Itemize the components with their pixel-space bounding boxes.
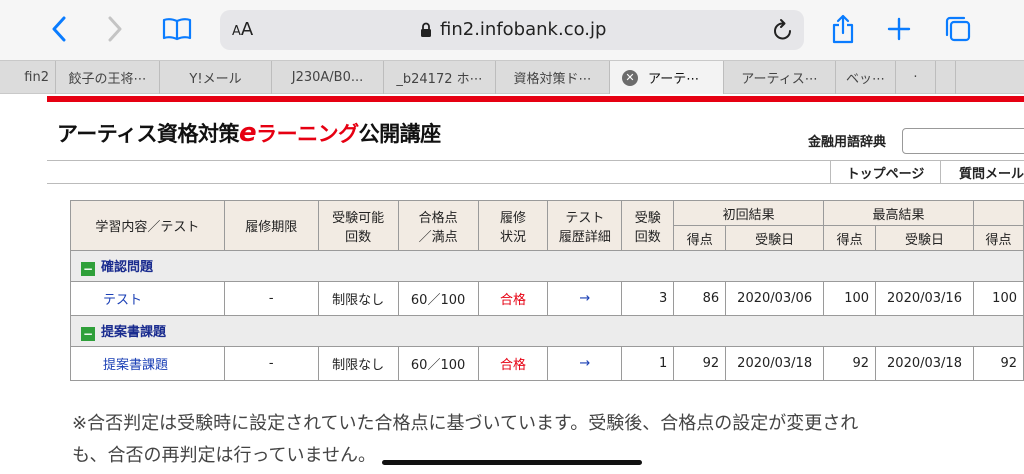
tab[interactable]: fin2 bbox=[0, 61, 56, 94]
tab[interactable]: ベッ⋯ bbox=[836, 61, 896, 94]
tabs-icon bbox=[945, 16, 971, 42]
last-score-cell: 100 bbox=[972, 281, 1024, 316]
test-link[interactable]: テスト bbox=[70, 281, 225, 316]
url-text: fin2.infobank.co.jp bbox=[440, 19, 607, 40]
browser-toolbar: AA fin2.infobank.co.jp bbox=[0, 0, 1024, 60]
col-best-result: 最高結果 bbox=[823, 200, 974, 226]
col-first-result: 初回結果 bbox=[673, 200, 825, 226]
chevron-right-icon bbox=[108, 16, 122, 42]
first-date-cell: 2020/03/18 bbox=[725, 346, 825, 381]
col-first-score: 得点 bbox=[673, 225, 727, 251]
col-subject: 学習内容／テスト bbox=[70, 200, 225, 251]
last-score-cell: 92 bbox=[972, 346, 1024, 381]
tab[interactable] bbox=[956, 61, 1024, 94]
table-row: 提案書課題 - 制限なし 60／100 合格 → 1 92 2020/03/18… bbox=[70, 346, 1024, 381]
count-cell: 3 bbox=[621, 281, 675, 316]
limit-cell: 制限なし bbox=[317, 346, 399, 381]
category-row[interactable]: − 確認問題 bbox=[70, 250, 1024, 282]
plus-icon bbox=[887, 17, 911, 41]
col-limit: 受験可能 回数 bbox=[317, 200, 399, 251]
tab[interactable]: Y!メール bbox=[160, 61, 272, 94]
book-icon bbox=[162, 18, 192, 41]
tab[interactable]: J230A/B0... bbox=[272, 61, 384, 94]
col-best-date: 受験日 bbox=[875, 225, 974, 251]
bookmarks-button[interactable] bbox=[162, 14, 192, 44]
col-first-date: 受験日 bbox=[725, 225, 825, 251]
col-status: 履修 状況 bbox=[477, 200, 549, 251]
tab-overview-button[interactable] bbox=[943, 14, 973, 44]
results-table: 学習内容／テスト 履修期限 受験可能 回数 合格点 ／満点 履修 状況 テスト 履歴詳細… bbox=[70, 200, 1024, 381]
back-button[interactable] bbox=[44, 14, 74, 44]
first-score-cell: 86 bbox=[673, 281, 727, 316]
forward-button[interactable] bbox=[100, 14, 130, 44]
tab[interactable]: アーティス⋯ bbox=[724, 61, 836, 94]
period-cell: - bbox=[223, 281, 319, 316]
test-link[interactable]: 提案書課題 bbox=[70, 346, 225, 381]
first-score-cell: 92 bbox=[673, 346, 727, 381]
new-tab-button[interactable] bbox=[884, 14, 914, 44]
chevron-left-icon bbox=[52, 16, 66, 42]
col-best-score: 得点 bbox=[823, 225, 877, 251]
top-page-link[interactable]: トップページ bbox=[830, 161, 940, 183]
collapse-icon[interactable]: − bbox=[81, 327, 95, 341]
period-cell: - bbox=[223, 346, 319, 381]
tab[interactable]: 餃子の王将⋯ bbox=[56, 61, 160, 94]
limit-cell: 制限なし bbox=[317, 281, 399, 316]
tab[interactable] bbox=[936, 61, 956, 94]
share-button[interactable] bbox=[828, 14, 858, 44]
faq-mail-link[interactable]: 質問メール bbox=[940, 161, 1024, 183]
col-history: テスト 履歴詳細 bbox=[547, 200, 623, 251]
home-indicator[interactable] bbox=[382, 460, 642, 465]
history-detail-link[interactable]: → bbox=[547, 281, 623, 316]
pass-cell: 60／100 bbox=[397, 281, 479, 316]
url-display[interactable]: fin2.infobank.co.jp bbox=[420, 19, 606, 40]
table-row: テスト - 制限なし 60／100 合格 → 3 86 2020/03/06 1… bbox=[70, 281, 1024, 316]
close-tab-icon[interactable]: ✕ bbox=[622, 69, 638, 86]
category-label: 提案書課題 bbox=[101, 325, 167, 340]
count-cell: 1 bbox=[621, 346, 675, 381]
best-score-cell: 100 bbox=[823, 281, 877, 316]
note-line: ※合否判定は受験時に設定されていた合格点に基づいています。受験後、合格点の設定が… bbox=[72, 413, 859, 434]
status-cell: 合格 bbox=[477, 346, 549, 381]
address-bar[interactable]: AA fin2.infobank.co.jp bbox=[220, 10, 804, 50]
col-last-result bbox=[972, 200, 1024, 226]
glossary-search-input[interactable] bbox=[902, 128, 1024, 154]
status-cell: 合格 bbox=[477, 281, 549, 316]
col-period: 履修期限 bbox=[223, 200, 319, 251]
col-count: 受験 回数 bbox=[621, 200, 675, 251]
reader-aa-button[interactable]: AA bbox=[232, 19, 253, 40]
page-nav: トップページ 質問メール bbox=[47, 160, 1024, 184]
reload-icon bbox=[774, 19, 791, 40]
lock-icon bbox=[421, 22, 431, 37]
best-score-cell: 92 bbox=[823, 346, 877, 381]
page-title: アーティス資格対策eラーニング公開講座 bbox=[57, 118, 441, 148]
tab[interactable]: 資格対策ド⋯ bbox=[496, 61, 610, 94]
pass-cell: 60／100 bbox=[397, 346, 479, 381]
tab[interactable]: _b24172 ホ⋯ bbox=[384, 61, 496, 94]
header-accent-bar bbox=[47, 96, 1024, 102]
tab-bar: fin2 餃子の王将⋯ Y!メール J230A/B0... _b24172 ホ⋯… bbox=[0, 60, 1024, 94]
tab-active[interactable]: ✕ アーテ⋯ bbox=[610, 61, 724, 94]
best-date-cell: 2020/03/16 bbox=[875, 281, 974, 316]
category-row[interactable]: − 提案書課題 bbox=[70, 315, 1024, 347]
reload-button[interactable] bbox=[772, 18, 794, 46]
table-header-row: 学習内容／テスト 履修期限 受験可能 回数 合格点 ／満点 履修 状況 テスト 履歴詳細… bbox=[70, 200, 1024, 251]
best-date-cell: 2020/03/18 bbox=[875, 346, 974, 381]
col-pass: 合格点 ／満点 bbox=[397, 200, 479, 251]
category-label: 確認問題 bbox=[101, 260, 154, 275]
share-icon bbox=[832, 14, 854, 44]
first-date-cell: 2020/03/06 bbox=[725, 281, 825, 316]
glossary-label: 金融用語辞典 bbox=[808, 135, 887, 150]
history-detail-link[interactable]: → bbox=[547, 346, 623, 381]
collapse-icon[interactable]: − bbox=[81, 262, 95, 276]
col-last-score: 得点 bbox=[972, 225, 1024, 251]
note-line: も、合否の再判定は行っていません。 bbox=[72, 445, 377, 466]
tab[interactable]: · bbox=[896, 61, 936, 94]
